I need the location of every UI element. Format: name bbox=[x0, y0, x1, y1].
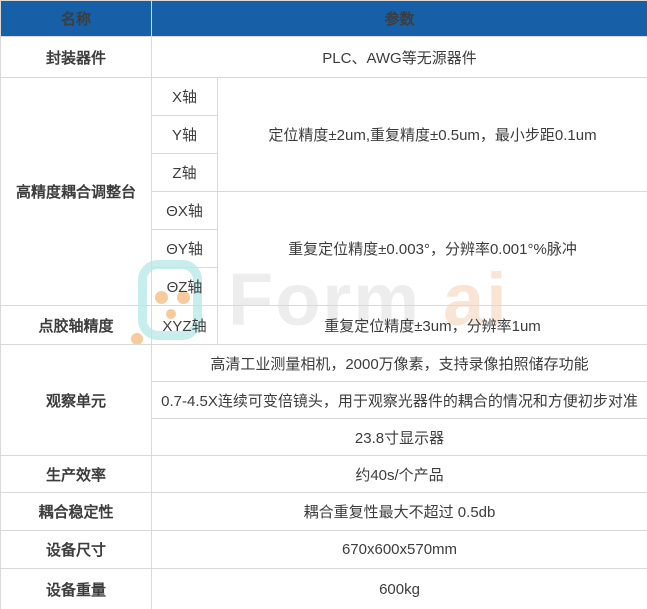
value-coupling-stability: 耦合重复性最大不超过 0.5db bbox=[152, 493, 647, 531]
label-coupling-stage: 高精度耦合调整台 bbox=[1, 78, 152, 306]
spec-sheet: Formai 名称 参数 封装器件 PLC、AWG等无源器件 高精度耦合调整台 … bbox=[0, 0, 647, 609]
axis-z: Z轴 bbox=[152, 154, 218, 192]
label-device-dimensions: 设备尺寸 bbox=[1, 531, 152, 569]
header-parameter: 参数 bbox=[152, 1, 647, 37]
table-row-stability: 耦合稳定性 耦合重复性最大不超过 0.5db bbox=[1, 493, 647, 531]
axis-theta-x: ΘX轴 bbox=[152, 192, 218, 230]
table-row-weight: 设备重量 600kg bbox=[1, 569, 647, 609]
header-name: 名称 bbox=[1, 1, 152, 37]
value-package-device: PLC、AWG等无源器件 bbox=[152, 37, 647, 78]
value-linear-axes: 定位精度±2um,重复精度±0.5um，最小步距0.1um bbox=[218, 78, 647, 192]
value-device-weight: 600kg bbox=[152, 569, 647, 609]
label-dispensing-accuracy: 点胶轴精度 bbox=[1, 306, 152, 345]
label-device-weight: 设备重量 bbox=[1, 569, 152, 609]
axis-theta-y: ΘY轴 bbox=[152, 230, 218, 268]
label-production-efficiency: 生产效率 bbox=[1, 456, 152, 493]
table-row-observation-1: 观察单元 高清工业测量相机，2000万像素，支持录像拍照储存功能 bbox=[1, 345, 647, 382]
axis-theta-z: ΘZ轴 bbox=[152, 268, 218, 306]
axis-y: Y轴 bbox=[152, 116, 218, 154]
value-dispensing-accuracy: 重复定位精度±3um，分辨率1um bbox=[218, 306, 647, 345]
axis-x: X轴 bbox=[152, 78, 218, 116]
table-header-row: 名称 参数 bbox=[1, 1, 647, 37]
label-coupling-stability: 耦合稳定性 bbox=[1, 493, 152, 531]
table-row-package: 封装器件 PLC、AWG等无源器件 bbox=[1, 37, 647, 78]
axis-xyz: XYZ轴 bbox=[152, 306, 218, 345]
value-observation-lens: 0.7-4.5X连续可变倍镜头，用于观察光器件的耦合的情况和方便初步对准 bbox=[152, 382, 647, 419]
value-production-efficiency: 约40s/个产品 bbox=[152, 456, 647, 493]
table-row-dimensions: 设备尺寸 670x600x570mm bbox=[1, 531, 647, 569]
value-device-dimensions: 670x600x570mm bbox=[152, 531, 647, 569]
label-observation-unit: 观察单元 bbox=[1, 345, 152, 456]
value-rotary-axes: 重复定位精度±0.003°，分辨率0.001°%脉冲 bbox=[218, 192, 647, 306]
table-row-efficiency: 生产效率 约40s/个产品 bbox=[1, 456, 647, 493]
spec-table: 名称 参数 封装器件 PLC、AWG等无源器件 高精度耦合调整台 X轴 定位精度… bbox=[0, 0, 647, 609]
label-package-device: 封装器件 bbox=[1, 37, 152, 78]
value-observation-monitor: 23.8寸显示器 bbox=[152, 419, 647, 456]
table-row-axis-x: 高精度耦合调整台 X轴 定位精度±2um,重复精度±0.5um，最小步距0.1u… bbox=[1, 78, 647, 116]
value-observation-camera: 高清工业测量相机，2000万像素，支持录像拍照储存功能 bbox=[152, 345, 647, 382]
table-row-dispensing: 点胶轴精度 XYZ轴 重复定位精度±3um，分辨率1um bbox=[1, 306, 647, 345]
